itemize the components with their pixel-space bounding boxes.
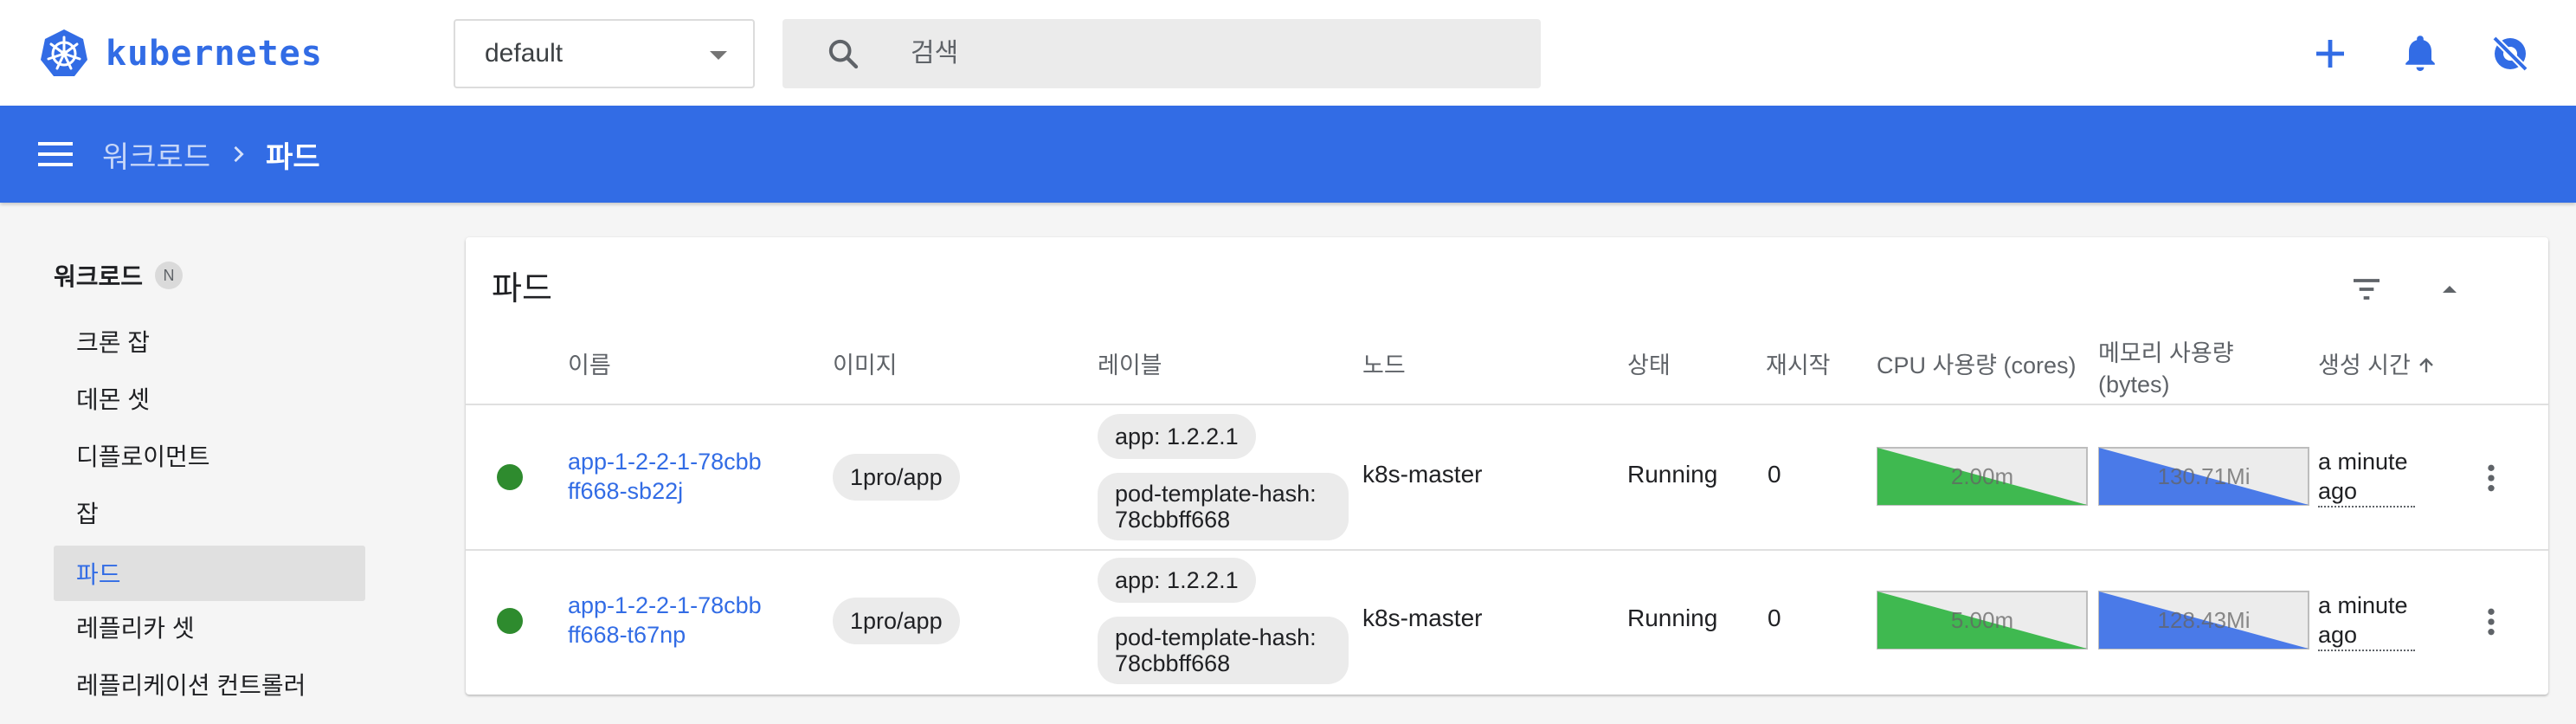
namespace-value: default [485,39,564,68]
top-toolbar: kubernetes default [0,0,2576,106]
cpu-usage-value: 5.00m [1950,606,2014,633]
status-text: Running [1627,604,1718,631]
sidebar-item-deployments[interactable]: 디플로이먼트 [54,428,365,483]
column-header-memory: 메모리 사용량 (bytes) [2098,338,2234,400]
app-logo[interactable]: kubernetes [38,26,323,81]
card-title: 파드 [492,271,552,307]
memory-sparkline: 128.43Mi [2098,591,2309,650]
memory-usage-value: 128.43Mi [2157,606,2251,633]
more-vert-icon[interactable] [2474,461,2508,495]
image-chip: 1pro/app [833,598,960,644]
sidebar-item-replication-controllers[interactable]: 레플리케이션 컨트롤러 [54,656,365,712]
sidebar-item-replicasets[interactable]: 레플리카 셋 [54,599,365,655]
image-chip: 1pro/app [833,454,960,501]
cpu-sparkline: 5.00m [1877,591,2088,650]
add-icon[interactable] [2309,33,2351,74]
breadcrumb-current: 파드 [266,140,320,174]
column-header-image: 이미지 [833,352,898,378]
sidebar-item-daemonsets[interactable]: 데몬 셋 [54,371,365,426]
restarts-count: 0 [1768,604,1781,631]
created-age: a minute ago [2318,447,2415,507]
cpu-sparkline: 2.00m [1877,447,2088,506]
status-text: Running [1627,461,1718,488]
more-vert-icon[interactable] [2474,604,2508,639]
status-running-icon [497,608,523,634]
memory-usage-value: 130.71Mi [2157,462,2251,489]
restarts-count: 0 [1768,461,1781,488]
created-age: a minute ago [2318,591,2415,651]
filter-icon[interactable] [2349,272,2384,307]
chevron-right-icon [234,145,244,163]
column-header-memory-line1: 메모리 사용량 [2098,340,2234,366]
namespaced-badge: N [155,262,184,289]
pod-name-link[interactable]: app-1-2-2-1-78cbbff668-sb22j [568,447,767,506]
node-link[interactable]: k8s-master [1362,461,1482,488]
label-chip: pod-template-hash: 78cbbff668 [1098,473,1349,540]
app-name: kubernetes [106,34,323,74]
column-header-memory-line2: (bytes) [2098,372,2170,398]
bell-icon[interactable] [2399,33,2441,74]
settings-off-icon[interactable] [2489,33,2531,74]
breadcrumb: 워크로드 파드 [102,106,320,203]
menu-icon[interactable] [36,137,74,171]
column-header-cpu: CPU 사용량 (cores) [1877,352,2077,378]
status-running-icon [497,464,523,490]
column-header-labels: 레이블 [1098,352,1162,378]
table-row: app-1-2-2-1-78cbbff668-sb22j 1pro/app ap… [466,405,2548,549]
column-header-created-label: 생성 시간 [2318,352,2411,378]
sidebar-nav: 워크로드 N 크론 잡 데몬 셋 디플로이먼트 잡 파드 레플리카 셋 레플리케… [0,203,398,724]
breadcrumb-parent[interactable]: 워크로드 [102,133,210,176]
arrow-up-icon [2419,358,2433,372]
search-input[interactable] [911,19,1517,88]
dropdown-caret-icon [710,51,727,60]
label-chip: app: 1.2.2.1 [1098,558,1256,603]
sidebar-item-cronjobs[interactable]: 크론 잡 [54,314,365,369]
column-header-restarts[interactable]: 재시작 [1766,350,1831,381]
label-chip: app: 1.2.2.1 [1098,414,1256,459]
breadcrumb-bar: 워크로드 파드 [0,106,2576,203]
column-header-created[interactable]: 생성 시간 [2318,350,2437,381]
chevron-up-icon[interactable] [2436,275,2463,303]
memory-sparkline: 130.71Mi [2098,447,2309,506]
nav-section-label: 워크로드 [54,263,144,290]
search-bar[interactable] [782,19,1541,88]
table-row: app-1-2-2-1-78cbbff668-t67np 1pro/app ap… [466,549,2548,693]
pod-name-link[interactable]: app-1-2-2-1-78cbbff668-t67np [568,591,767,650]
sidebar-item-pods[interactable]: 파드 [54,546,365,601]
label-chip: pod-template-hash: 78cbbff668 [1098,617,1349,684]
pods-card: 파드 이름 이미지 레이블 노드 상태 재시작 CPU 사용량 (cores) … [466,237,2548,695]
nav-section-workloads[interactable]: 워크로드 N [54,258,184,293]
search-icon [828,39,859,69]
cpu-usage-value: 2.00m [1950,462,2014,489]
column-header-status[interactable]: 상태 [1627,350,1671,381]
column-header-name[interactable]: 이름 [568,350,611,381]
kubernetes-logo-icon [41,29,87,76]
sidebar-item-jobs[interactable]: 잡 [54,485,365,540]
namespace-select[interactable]: default [454,19,755,88]
column-header-node[interactable]: 노드 [1362,350,1406,381]
node-link[interactable]: k8s-master [1362,604,1482,632]
